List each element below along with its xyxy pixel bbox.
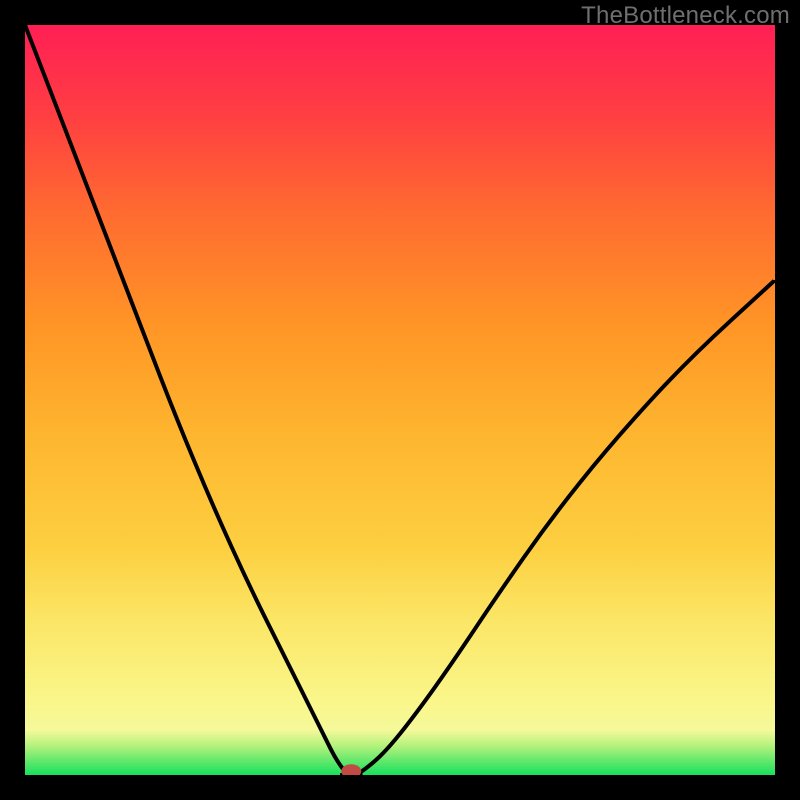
- curve-line: [25, 25, 775, 775]
- bottleneck-plot: [25, 25, 775, 775]
- marker-dot: [341, 764, 361, 775]
- plot-svg: [25, 25, 775, 775]
